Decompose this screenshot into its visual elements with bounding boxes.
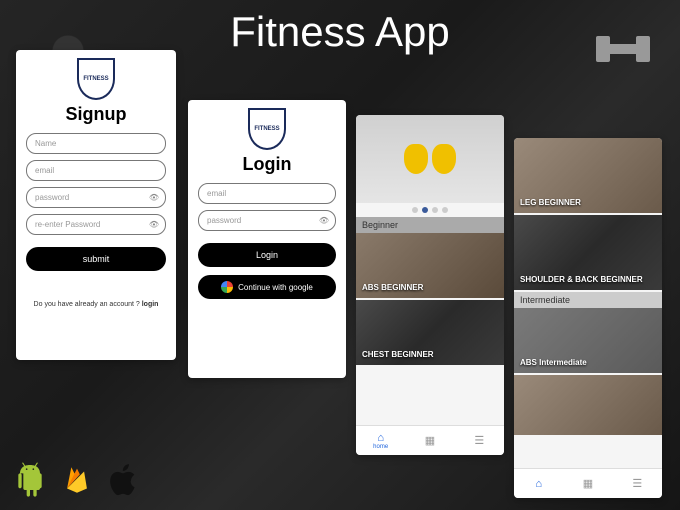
section-beginner-label: Beginner: [356, 217, 504, 233]
submit-button[interactable]: submit: [26, 247, 166, 271]
hero-carousel[interactable]: [356, 115, 504, 203]
workout-card[interactable]: LEG BEGINNER: [514, 138, 662, 213]
workout-label: LEG BEGINNER: [520, 198, 581, 207]
eye-icon[interactable]: 👁: [319, 216, 329, 225]
eye-icon[interactable]: 👁: [149, 220, 159, 229]
home-icon: ⌂: [535, 478, 542, 490]
workout-label: CHEST BEGINNER: [362, 350, 434, 359]
reenter-password-input[interactable]: re-enter Password👁: [26, 214, 166, 235]
list-icon: ☰: [632, 477, 642, 490]
name-input[interactable]: Name: [26, 133, 166, 154]
indicator-dot[interactable]: [422, 207, 428, 213]
workout-label: ABS Intermediate: [520, 358, 587, 367]
indicator-dot[interactable]: [412, 207, 418, 213]
eye-icon[interactable]: 👁: [149, 193, 159, 202]
android-icon: [10, 458, 50, 502]
workout-list-screen: LEG BEGINNER SHOULDER & BACK BEGINNER In…: [514, 138, 662, 498]
indicator-dot[interactable]: [432, 207, 438, 213]
password-input[interactable]: password👁: [198, 210, 336, 231]
login-button[interactable]: Login: [198, 243, 336, 267]
login-heading: Login: [198, 154, 336, 175]
password-input[interactable]: password👁: [26, 187, 166, 208]
dumbbell-icon: [594, 35, 652, 63]
carousel-indicators: [356, 203, 504, 217]
workout-card[interactable]: SHOULDER & BACK BEGINNER: [514, 215, 662, 290]
grid-icon: ▦: [583, 477, 593, 490]
nav-workouts[interactable]: ▦: [563, 469, 612, 498]
google-icon: [221, 281, 233, 293]
home-screen: Beginner ABS BEGINNER CHEST BEGINNER ⌂ho…: [356, 115, 504, 455]
indicator-dot[interactable]: [442, 207, 448, 213]
login-prompt: Do you have already an account ? login: [26, 301, 166, 308]
boxing-gloves-icon: [404, 144, 456, 174]
section-intermediate-label: Intermediate: [514, 292, 662, 308]
workout-card[interactable]: ABS BEGINNER: [356, 233, 504, 298]
workout-label: ABS BEGINNER: [362, 283, 423, 292]
nav-home[interactable]: ⌂: [514, 469, 563, 498]
list-icon: ☰: [474, 434, 484, 447]
workout-label: SHOULDER & BACK BEGINNER: [520, 275, 643, 284]
login-screen: FITNESS Login email password👁 Login Cont…: [188, 100, 346, 378]
fitness-logo-icon: FITNESS: [248, 108, 286, 150]
workout-card[interactable]: ABS Intermediate: [514, 308, 662, 373]
signup-heading: Signup: [26, 104, 166, 125]
home-icon: ⌂: [377, 432, 384, 444]
nav-settings[interactable]: ☰: [455, 426, 504, 455]
nav-workouts[interactable]: ▦: [405, 426, 454, 455]
firebase-icon: [60, 458, 94, 502]
email-input[interactable]: email: [198, 183, 336, 204]
bottom-nav: ⌂home ▦ ☰: [356, 425, 504, 455]
platform-icons: [10, 458, 142, 502]
apple-icon: [104, 458, 142, 502]
email-input[interactable]: email: [26, 160, 166, 181]
workout-card[interactable]: [514, 375, 662, 435]
bottom-nav: ⌂ ▦ ☰: [514, 468, 662, 498]
grid-icon: ▦: [425, 434, 435, 447]
nav-home[interactable]: ⌂home: [356, 426, 405, 455]
login-link[interactable]: login: [142, 301, 159, 308]
signup-screen: FITNESS Signup Name email password👁 re-e…: [16, 50, 176, 360]
app-title: Fitness App: [230, 8, 449, 56]
workout-card[interactable]: CHEST BEGINNER: [356, 300, 504, 365]
nav-settings[interactable]: ☰: [613, 469, 662, 498]
fitness-logo-icon: FITNESS: [77, 58, 115, 100]
google-signin-button[interactable]: Continue with google: [198, 275, 336, 299]
